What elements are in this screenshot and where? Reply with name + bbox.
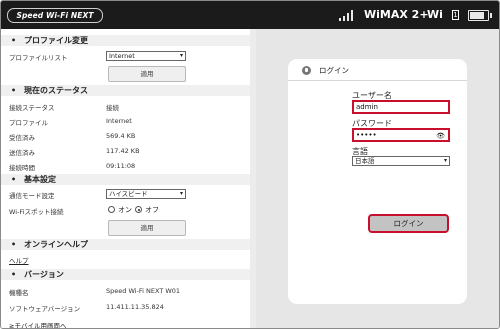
section-title: 現在のステータス bbox=[24, 86, 88, 95]
status-value: 569.4 KB bbox=[106, 132, 136, 140]
status-label: 接続ステータス bbox=[9, 104, 55, 112]
login-card-header: ログイン bbox=[288, 59, 467, 81]
section-title: オンラインヘルプ bbox=[24, 240, 88, 249]
header-bar: Speed Wi-Fi NEXT WiMAX 2+ Wi 1 bbox=[1, 1, 499, 29]
wifi-spot-on-radio[interactable] bbox=[108, 206, 115, 213]
left-panel: • プロファイル変更 プロファイルリスト Internet ▾ 適用 • 現在の… bbox=[1, 29, 256, 328]
section-title: 基本設定 bbox=[24, 175, 56, 184]
battery-icon bbox=[468, 10, 492, 21]
status-value: 117.42 KB bbox=[106, 147, 140, 155]
help-link[interactable]: ヘルプ bbox=[9, 255, 29, 265]
settings-apply-button[interactable]: 適用 bbox=[108, 220, 186, 236]
section-current-status: • 現在のステータス bbox=[1, 85, 251, 96]
password-value: ••••• bbox=[356, 131, 377, 139]
chevron-down-icon: ▾ bbox=[179, 52, 183, 59]
signal-strength-icon bbox=[339, 10, 355, 21]
wifi-spot-off-label: オフ bbox=[145, 206, 159, 214]
password-input[interactable]: ••••• 👁 bbox=[352, 128, 450, 142]
login-card: ログイン ユーザー名 admin パスワード ••••• 👁 言語 日本語 ▾ … bbox=[288, 59, 467, 304]
section-basic-settings: • 基本設定 bbox=[1, 174, 251, 185]
chevron-down-icon: ▾ bbox=[443, 157, 447, 164]
software-version-label: ソフトウェアバージョン bbox=[9, 305, 81, 313]
status-label: 送信済み bbox=[9, 149, 35, 157]
wifi-icon: Wi bbox=[427, 8, 443, 21]
wifi-spot-label: Wi-Fiスポット接続 bbox=[9, 208, 64, 216]
comm-mode-label: 通信モード設定 bbox=[9, 192, 55, 200]
wifi-spot-on-label: オン bbox=[118, 206, 132, 214]
login-title: ログイン bbox=[319, 66, 349, 75]
section-title: プロファイル変更 bbox=[24, 36, 88, 45]
status-label: プロファイル bbox=[9, 119, 48, 127]
profile-apply-button[interactable]: 適用 bbox=[108, 66, 186, 82]
wifi-spot-radio-group: オン オフ bbox=[108, 206, 178, 215]
lock-icon bbox=[302, 66, 311, 75]
bullet-icon: • bbox=[11, 240, 17, 249]
show-password-eye-icon[interactable]: 👁 bbox=[436, 131, 445, 141]
wifi-client-count: 1 bbox=[452, 10, 459, 20]
comm-mode-select[interactable]: ハイスピード ▾ bbox=[106, 189, 186, 199]
language-select[interactable]: 日本語 ▾ bbox=[352, 156, 450, 166]
section-title: バージョン bbox=[24, 270, 64, 279]
username-value: admin bbox=[356, 103, 378, 111]
comm-mode-select-value: ハイスピード bbox=[109, 190, 148, 198]
section-profile-change: • プロファイル変更 bbox=[1, 35, 251, 46]
software-version-value: 11.411.11.35.824 bbox=[106, 303, 164, 311]
section-online-help: • オンラインヘルプ bbox=[1, 239, 251, 250]
section-version: • バージョン bbox=[1, 269, 251, 280]
bullet-icon: • bbox=[11, 175, 17, 184]
model-name-label: 機種名 bbox=[9, 289, 29, 297]
status-label: 接続時間 bbox=[9, 164, 35, 172]
profile-list-label: プロファイルリスト bbox=[9, 54, 68, 62]
username-input[interactable]: admin bbox=[352, 100, 450, 114]
login-button[interactable]: ログイン bbox=[368, 214, 449, 233]
browser-frame: Speed Wi-Fi NEXT WiMAX 2+ Wi 1 • プロファイル変… bbox=[0, 0, 500, 329]
mobile-view-link[interactable]: ≥モバイル用画面へ bbox=[9, 320, 66, 328]
language-select-value: 日本語 bbox=[355, 157, 375, 165]
chevron-down-icon: ▾ bbox=[179, 190, 183, 197]
model-name-value: Speed Wi-Fi NEXT W01 bbox=[106, 287, 181, 295]
bullet-icon: • bbox=[11, 86, 17, 95]
status-value: 09:11:08 bbox=[106, 162, 136, 170]
status-label: 受信済み bbox=[9, 134, 35, 142]
brand-logo: Speed Wi-Fi NEXT bbox=[7, 8, 103, 23]
status-value: 接続 bbox=[106, 104, 119, 112]
bullet-icon: • bbox=[11, 270, 17, 279]
network-type-label: WiMAX 2+ bbox=[364, 8, 429, 21]
profile-select-value: Internet bbox=[109, 52, 135, 60]
profile-select[interactable]: Internet ▾ bbox=[106, 51, 186, 61]
right-panel: ログイン ユーザー名 admin パスワード ••••• 👁 言語 日本語 ▾ … bbox=[256, 29, 499, 328]
status-value: Internet bbox=[106, 117, 132, 125]
battery-level-fill bbox=[470, 12, 485, 19]
wifi-spot-off-radio[interactable] bbox=[135, 206, 142, 213]
bullet-icon: • bbox=[11, 36, 17, 45]
